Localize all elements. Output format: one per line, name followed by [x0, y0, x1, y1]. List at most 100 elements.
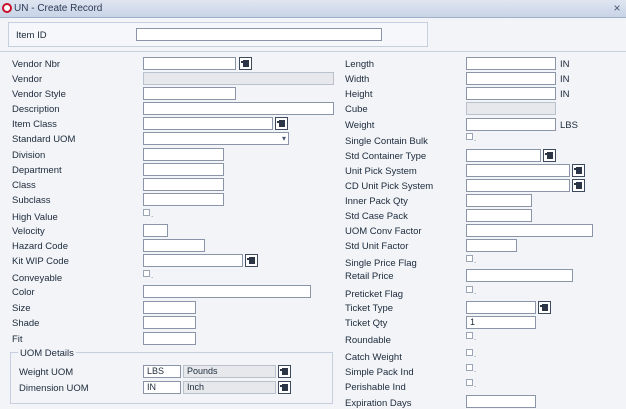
- conveyable-checkbox-dot: .: [151, 271, 154, 280]
- cd-unit-pick-system-lookup-icon[interactable]: [572, 179, 585, 192]
- department-label: Department: [12, 165, 62, 176]
- perishable-ind-checkbox-dot: .: [474, 380, 477, 389]
- weight-input[interactable]: [466, 118, 556, 131]
- item-class-lookup-icon[interactable]: [275, 117, 288, 130]
- description-label: Description: [12, 104, 60, 115]
- uom-conv-factor-label: UOM Conv Factor: [345, 226, 422, 237]
- vendor-input: [143, 72, 334, 85]
- width-label: Width: [345, 74, 370, 85]
- simple-pack-ind-checkbox-dot: .: [474, 365, 477, 374]
- class-label: Class: [12, 180, 36, 191]
- weight-unit: LBS: [560, 120, 578, 131]
- vendor-nbr-lookup-icon[interactable]: [239, 57, 252, 70]
- shade-label: Shade: [12, 318, 40, 329]
- color-input[interactable]: [143, 285, 311, 298]
- roundable-checkbox[interactable]: [466, 332, 473, 339]
- fit-label: Fit: [12, 334, 23, 345]
- uom-conv-factor-input[interactable]: [466, 224, 593, 237]
- expiration-days-label: Expiration Days: [345, 398, 412, 409]
- item-id-input[interactable]: [136, 28, 382, 41]
- weight-uom-label: Weight UOM: [19, 367, 74, 378]
- catch-weight-checkbox-dot: .: [474, 350, 477, 359]
- std-case-pack-input[interactable]: [466, 209, 532, 222]
- cd-unit-pick-system-label: CD Unit Pick System: [345, 181, 434, 192]
- simple-pack-ind-checkbox[interactable]: [466, 364, 473, 371]
- description-input[interactable]: [143, 102, 334, 115]
- subclass-input[interactable]: [143, 193, 224, 206]
- uom-details-group: [10, 352, 333, 404]
- department-input[interactable]: [143, 163, 224, 176]
- height-input[interactable]: [466, 87, 556, 100]
- dimension-uom-lookup-icon[interactable]: [278, 381, 291, 394]
- item-id-label: Item ID: [16, 30, 47, 41]
- division-input[interactable]: [143, 148, 224, 161]
- vendor-nbr-input[interactable]: [143, 57, 236, 70]
- single-price-flag-checkbox[interactable]: [466, 255, 473, 262]
- catch-weight-label: Catch Weight: [345, 352, 402, 363]
- fit-input[interactable]: [143, 332, 196, 345]
- perishable-ind-label: Perishable Ind: [345, 382, 406, 393]
- size-label: Size: [12, 303, 31, 314]
- size-input[interactable]: [143, 301, 196, 314]
- shade-input[interactable]: [143, 316, 196, 329]
- vendor-style-input[interactable]: [143, 87, 236, 100]
- vendor-style-label: Vendor Style: [12, 89, 66, 100]
- unit-pick-system-input[interactable]: [466, 164, 570, 177]
- retail-price-label: Retail Price: [345, 271, 394, 282]
- single-contain-bulk-label: Single Contain Bulk: [345, 136, 428, 147]
- kit-wip-code-input[interactable]: [143, 254, 243, 267]
- std-container-type-input[interactable]: [466, 149, 541, 162]
- weight-uom-code-input[interactable]: LBS: [143, 365, 181, 378]
- std-unit-factor-label: Std Unit Factor: [345, 241, 409, 252]
- catch-weight-checkbox[interactable]: [466, 349, 473, 356]
- standard-uom-select[interactable]: [143, 132, 289, 145]
- preticket-flag-checkbox-dot: .: [474, 287, 477, 296]
- close-button[interactable]: ×: [610, 1, 624, 15]
- preticket-flag-checkbox[interactable]: [466, 286, 473, 293]
- ticket-type-input[interactable]: [466, 301, 536, 314]
- ticket-qty-input[interactable]: 1: [466, 316, 536, 329]
- cd-unit-pick-system-input[interactable]: [466, 179, 570, 192]
- single-price-flag-checkbox-dot: .: [474, 256, 477, 265]
- title-bar: UN - Create Record ×: [0, 0, 626, 18]
- roundable-label: Roundable: [345, 335, 391, 346]
- high-value-checkbox[interactable]: [143, 209, 150, 216]
- cube-label: Cube: [345, 104, 368, 115]
- perishable-ind-checkbox[interactable]: [466, 379, 473, 386]
- inner-pack-qty-label: Inner Pack Qty: [345, 196, 408, 207]
- ticket-type-lookup-icon[interactable]: [538, 301, 551, 314]
- weight-uom-desc-input: Pounds: [183, 365, 276, 378]
- kit-wip-code-lookup-icon[interactable]: [245, 254, 258, 267]
- uom-details-legend: UOM Details: [18, 348, 76, 359]
- velocity-input[interactable]: [143, 224, 168, 237]
- standard-uom-label: Standard UOM: [12, 134, 76, 145]
- window-title: UN - Create Record: [14, 3, 103, 14]
- class-input[interactable]: [143, 178, 224, 191]
- weight-uom-lookup-icon[interactable]: [278, 365, 291, 378]
- dimension-uom-code-input[interactable]: IN: [143, 381, 181, 394]
- height-label: Height: [345, 89, 373, 100]
- retail-price-input[interactable]: [466, 269, 573, 282]
- expiration-days-input[interactable]: [466, 395, 536, 408]
- kit-wip-code-label: Kit WIP Code: [12, 256, 69, 267]
- hazard-code-input[interactable]: [143, 239, 205, 252]
- item-class-input[interactable]: [143, 117, 273, 130]
- length-input[interactable]: [466, 57, 556, 70]
- std-unit-factor-input[interactable]: [466, 239, 517, 252]
- inner-pack-qty-input[interactable]: [466, 194, 532, 207]
- single-price-flag-label: Single Price Flag: [345, 258, 417, 269]
- single-contain-bulk-checkbox-dot: .: [474, 134, 477, 143]
- section-divider: [0, 51, 626, 52]
- height-unit: IN: [560, 89, 570, 100]
- std-container-type-lookup-icon[interactable]: [543, 149, 556, 162]
- unit-pick-system-lookup-icon[interactable]: [572, 164, 585, 177]
- width-input[interactable]: [466, 72, 556, 85]
- oracle-logo-icon: [2, 3, 12, 13]
- cube-input: [466, 102, 556, 115]
- single-contain-bulk-checkbox[interactable]: [466, 133, 473, 140]
- roundable-checkbox-dot: .: [474, 333, 477, 342]
- std-case-pack-label: Std Case Pack: [345, 211, 408, 222]
- conveyable-checkbox[interactable]: [143, 270, 150, 277]
- preticket-flag-label: Preticket Flag: [345, 289, 404, 300]
- color-label: Color: [12, 287, 35, 298]
